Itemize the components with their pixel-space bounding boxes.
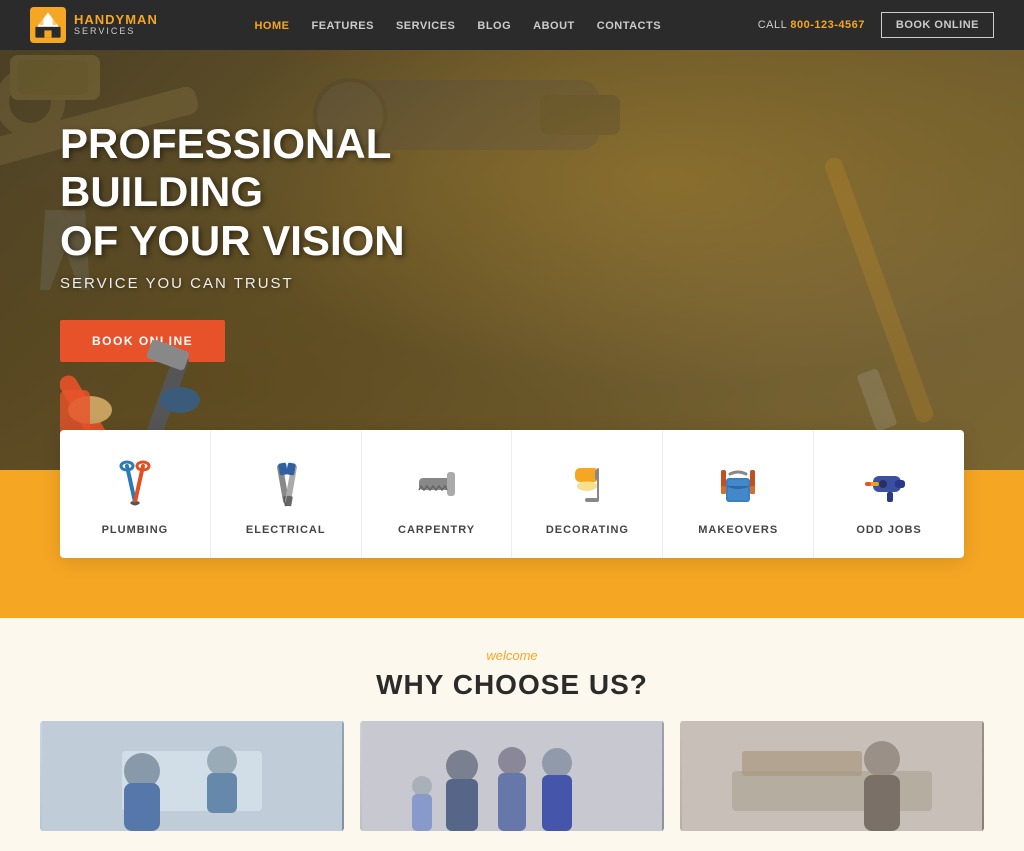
services-card: PLUMBING ELECTRICAL — [60, 430, 964, 558]
why-image-2 — [360, 721, 664, 831]
welcome-label: welcome — [0, 648, 1024, 663]
odd-jobs-icon — [863, 458, 915, 510]
hero-section: PROFESSIONAL BUILDING OF YOUR VISION SER… — [0, 50, 1024, 470]
services-strip: PLUMBING ELECTRICAL — [0, 470, 1024, 618]
electrical-icon — [260, 458, 312, 510]
service-item-odd-jobs[interactable]: ODD JOBS — [814, 430, 964, 558]
book-online-nav-button[interactable]: BOOK ONLINE — [881, 12, 994, 38]
navbar: HANDYMAN SERVICES HOME FEATURES SERVICES… — [0, 0, 1024, 50]
plumbing-label: PLUMBING — [102, 524, 169, 536]
call-label: CALL 800-123-4567 — [758, 19, 865, 31]
nav-item-blog[interactable]: BLOG — [477, 16, 511, 34]
service-item-decorating[interactable]: DECORATING — [512, 430, 663, 558]
why-title: WHY CHOOSE US? — [0, 669, 1024, 701]
nav-links: HOME FEATURES SERVICES BLOG ABOUT CONTAC… — [254, 16, 661, 34]
phone-number: 800-123-4567 — [790, 19, 865, 31]
nav-item-services[interactable]: SERVICES — [396, 16, 455, 34]
makeovers-icon — [712, 458, 764, 510]
plumbing-icon — [109, 458, 161, 510]
nav-item-home[interactable]: HOME — [254, 16, 289, 34]
why-section: welcome WHY CHOOSE US? — [0, 618, 1024, 851]
logo-icon — [30, 7, 66, 43]
nav-item-features[interactable]: FEATURES — [311, 16, 373, 34]
logo-text: HANDYMAN SERVICES — [74, 13, 158, 37]
makeovers-label: MAKEOVERS — [698, 524, 778, 536]
hero-title: PROFESSIONAL BUILDING OF YOUR VISION — [60, 120, 540, 265]
why-images — [0, 721, 1024, 831]
service-item-carpentry[interactable]: CARPENTRY — [362, 430, 513, 558]
why-image-1 — [40, 721, 344, 831]
carpentry-icon — [411, 458, 463, 510]
why-image-3 — [680, 721, 984, 831]
decorating-label: DECORATING — [546, 524, 629, 536]
electrical-label: ELECTRICAL — [246, 524, 326, 536]
nav-item-about[interactable]: ABOUT — [533, 16, 575, 34]
odd-jobs-label: ODD JOBS — [856, 524, 921, 536]
service-item-electrical[interactable]: ELECTRICAL — [211, 430, 362, 558]
nav-right: CALL 800-123-4567 BOOK ONLINE — [758, 12, 994, 38]
nav-item-contacts[interactable]: CONTACTS — [597, 16, 661, 34]
carpentry-label: CARPENTRY — [398, 524, 475, 536]
decorating-icon — [561, 458, 613, 510]
service-item-plumbing[interactable]: PLUMBING — [60, 430, 211, 558]
service-item-makeovers[interactable]: MAKEOVERS — [663, 430, 814, 558]
logo[interactable]: HANDYMAN SERVICES — [30, 7, 158, 43]
